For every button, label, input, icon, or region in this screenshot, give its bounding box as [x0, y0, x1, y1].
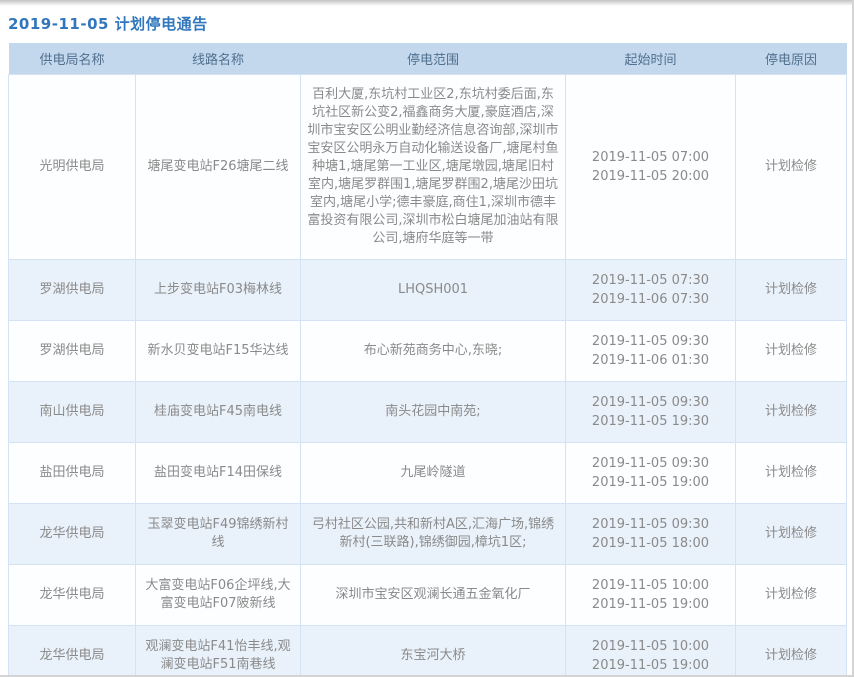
end-time: 2019-11-05 20:00: [572, 167, 729, 186]
cell-line: 新水贝变电站F15华达线: [136, 320, 301, 381]
cell-time: 2019-11-05 09:30 2019-11-05 19:30: [566, 381, 736, 442]
column-header-1: 供电局名称: [9, 43, 136, 74]
cell-bureau: 光明供电局: [9, 74, 136, 259]
cell-line: 塘尾变电站F26塘尾二线: [136, 74, 301, 259]
cell-line: 观澜变电站F41怡丰线,观澜变电站F51南巷线: [136, 625, 301, 677]
cell-line: 桂庙变电站F45南电线: [136, 381, 301, 442]
table-header-row: 供电局名称线路名称停电范围起始时间停电原因: [9, 43, 847, 74]
cell-scope: 百利大厦,东坑村工业区2,东坑村委后面,东坑社区新公变2,福鑫商务大厦,豪庭酒店…: [301, 74, 566, 259]
start-time: 2019-11-05 07:00: [572, 148, 729, 167]
cell-bureau: 南山供电局: [9, 381, 136, 442]
cell-bureau: 龙华供电局: [9, 564, 136, 625]
page-title: 2019-11-05 计划停电通告: [0, 0, 852, 43]
cell-time: 2019-11-05 09:30 2019-11-06 01:30: [566, 320, 736, 381]
table-body: 光明供电局 塘尾变电站F26塘尾二线 百利大厦,东坑村工业区2,东坑村委后面,东…: [9, 74, 847, 677]
start-time: 2019-11-05 09:30: [572, 332, 729, 351]
column-header-4: 起始时间: [566, 43, 736, 74]
cell-reason: 计划检修: [736, 442, 847, 503]
cell-reason: 计划检修: [736, 320, 847, 381]
column-header-5: 停电原因: [736, 43, 847, 74]
cell-line: 大富变电站F06企坪线,大富变电站F07陂新线: [136, 564, 301, 625]
end-time: 2019-11-06 07:30: [572, 290, 729, 309]
end-time: 2019-11-05 19:30: [572, 412, 729, 431]
cell-time: 2019-11-05 09:30 2019-11-05 18:00: [566, 503, 736, 564]
cell-time: 2019-11-05 09:30 2019-11-05 19:00: [566, 442, 736, 503]
cell-bureau: 罗湖供电局: [9, 259, 136, 320]
end-time: 2019-11-06 01:30: [572, 351, 729, 370]
cell-time: 2019-11-05 10:00 2019-11-05 19:00: [566, 625, 736, 677]
start-time: 2019-11-05 09:30: [572, 515, 729, 534]
table-row: 龙华供电局 玉翠变电站F49锦绣新村线 弓村社区公园,共和新村A区,汇海广场,锦…: [9, 503, 847, 564]
cell-reason: 计划检修: [736, 625, 847, 677]
table-row: 龙华供电局 观澜变电站F41怡丰线,观澜变电站F51南巷线 东宝河大桥 2019…: [9, 625, 847, 677]
column-header-2: 线路名称: [136, 43, 301, 74]
end-time: 2019-11-05 19:00: [572, 473, 729, 492]
cell-scope: 九尾岭隧道: [301, 442, 566, 503]
cell-time: 2019-11-05 07:00 2019-11-05 20:00: [566, 74, 736, 259]
cell-scope: 弓村社区公园,共和新村A区,汇海广场,锦绣新村(三联路),锦绣御园,樟坑1区;: [301, 503, 566, 564]
table-row: 盐田供电局 盐田变电站F14田保线 九尾岭隧道 2019-11-05 09:30…: [9, 442, 847, 503]
cell-line: 玉翠变电站F49锦绣新村线: [136, 503, 301, 564]
start-time: 2019-11-05 09:30: [572, 393, 729, 412]
cell-scope: 南头花园中南苑;: [301, 381, 566, 442]
end-time: 2019-11-05 19:00: [572, 656, 729, 675]
column-header-3: 停电范围: [301, 43, 566, 74]
cell-reason: 计划检修: [736, 259, 847, 320]
start-time: 2019-11-05 07:30: [572, 271, 729, 290]
table-row: 罗湖供电局 新水贝变电站F15华达线 布心新苑商务中心,东晓; 2019-11-…: [9, 320, 847, 381]
outage-table: 供电局名称线路名称停电范围起始时间停电原因 光明供电局 塘尾变电站F26塘尾二线…: [8, 43, 847, 677]
outage-notice-page: 2019-11-05 计划停电通告 供电局名称线路名称停电范围起始时间停电原因 …: [0, 0, 854, 677]
cell-reason: 计划检修: [736, 381, 847, 442]
cell-scope: LHQSH001: [301, 259, 566, 320]
table-row: 光明供电局 塘尾变电站F26塘尾二线 百利大厦,东坑村工业区2,东坑村委后面,东…: [9, 74, 847, 259]
table-row: 龙华供电局 大富变电站F06企坪线,大富变电站F07陂新线 深圳市宝安区观澜长通…: [9, 564, 847, 625]
cell-scope: 布心新苑商务中心,东晓;: [301, 320, 566, 381]
cell-reason: 计划检修: [736, 74, 847, 259]
end-time: 2019-11-05 19:00: [572, 595, 729, 614]
cell-bureau: 罗湖供电局: [9, 320, 136, 381]
cell-time: 2019-11-05 07:30 2019-11-06 07:30: [566, 259, 736, 320]
cell-line: 盐田变电站F14田保线: [136, 442, 301, 503]
cell-scope: 深圳市宝安区观澜长通五金氧化厂: [301, 564, 566, 625]
cell-line: 上步变电站F03梅林线: [136, 259, 301, 320]
table-row: 南山供电局 桂庙变电站F45南电线 南头花园中南苑; 2019-11-05 09…: [9, 381, 847, 442]
start-time: 2019-11-05 10:00: [572, 576, 729, 595]
cell-bureau: 龙华供电局: [9, 625, 136, 677]
end-time: 2019-11-05 18:00: [572, 534, 729, 553]
cell-time: 2019-11-05 10:00 2019-11-05 19:00: [566, 564, 736, 625]
start-time: 2019-11-05 09:30: [572, 454, 729, 473]
cell-bureau: 盐田供电局: [9, 442, 136, 503]
cell-reason: 计划检修: [736, 564, 847, 625]
table-row: 罗湖供电局 上步变电站F03梅林线 LHQSH001 2019-11-05 07…: [9, 259, 847, 320]
cell-reason: 计划检修: [736, 503, 847, 564]
cell-scope: 东宝河大桥: [301, 625, 566, 677]
cell-bureau: 龙华供电局: [9, 503, 136, 564]
start-time: 2019-11-05 10:00: [572, 637, 729, 656]
